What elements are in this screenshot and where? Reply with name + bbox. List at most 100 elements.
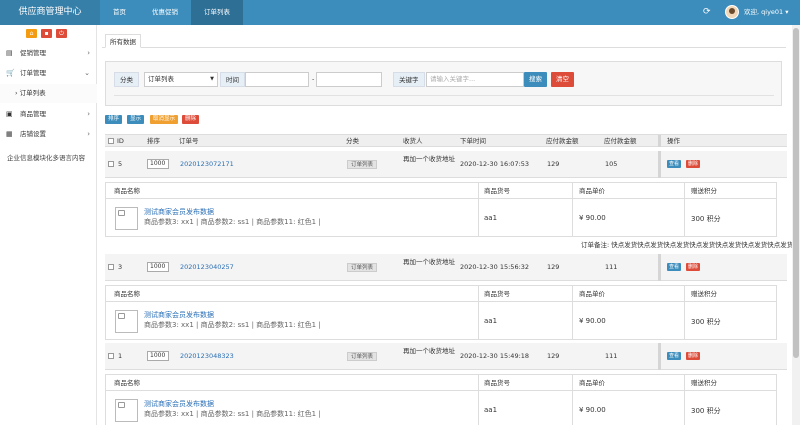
col-actions: 操作	[667, 137, 680, 145]
order-number-link[interactable]: 2020123040257	[180, 263, 234, 271]
payable-amount-2: 111	[605, 352, 618, 360]
nav-home[interactable]: 首页	[100, 0, 139, 25]
product-params: 商品参数3: xx1 | 商品参数2: ss1 | 商品参数11: 红色1 |	[144, 410, 321, 418]
keyword-label: 关键字	[393, 72, 425, 87]
row-delete-button[interactable]: 删除	[686, 263, 701, 271]
goods-col-name: 商品名称	[114, 379, 140, 387]
sort-input[interactable]: 1000	[147, 159, 169, 169]
row-checkbox[interactable]	[108, 264, 114, 270]
row-delete-button[interactable]: 删除	[686, 160, 701, 168]
nav-promotions[interactable]: 优惠促销	[139, 0, 191, 25]
app-title: 供应商管理中心	[0, 0, 100, 25]
goods-col-points: 赠送积分	[691, 187, 717, 195]
view-button[interactable]: 查看	[667, 160, 682, 168]
cart-icon: 🛒	[6, 69, 15, 77]
product-image[interactable]	[115, 399, 138, 422]
corp-info-link[interactable]: 企业信息模块化多语言内容	[7, 152, 85, 162]
order-number-link[interactable]: 2020123048323	[180, 352, 234, 360]
goods-col-name: 商品名称	[114, 290, 140, 298]
view-button[interactable]: 查看	[667, 352, 682, 360]
order-number-link[interactable]: 2020123072171	[180, 160, 234, 168]
page-scrollbar[interactable]	[792, 25, 800, 425]
scrollbar-thumb[interactable]	[793, 28, 799, 358]
order-note: 订单备注: 快点发货快点发货快点发货快点发货快点发货快点发货快点发货快点发货快点…	[581, 241, 792, 249]
select-all-checkbox[interactable]	[108, 138, 114, 144]
product-name-link[interactable]: 测试商家会员发布数据	[144, 207, 214, 217]
lock-icon[interactable]: ▪	[41, 29, 52, 38]
sidebar-item-shop-settings[interactable]: ▦ 店铺设置 ›	[0, 124, 97, 144]
product-image[interactable]	[115, 310, 138, 333]
category-tag: 订单列表	[347, 352, 378, 361]
category-select[interactable]: 订单列表 ▼	[144, 72, 218, 87]
goods-header: 商品名称 商品货号 商品单价 赠送积分	[106, 375, 776, 391]
end-date-input[interactable]	[316, 72, 382, 87]
nav-order-list[interactable]: 订单列表	[191, 0, 243, 25]
product-name-link[interactable]: 测试商家会员发布数据	[144, 399, 214, 409]
power-icon[interactable]: ⏻	[56, 29, 67, 38]
box-icon: ▣	[6, 110, 13, 118]
product-sku: aa1	[484, 406, 498, 414]
col-category: 分类	[346, 137, 359, 145]
col-payable-2: 应付款金额	[604, 137, 637, 145]
category-label: 分类	[114, 72, 139, 87]
clear-button[interactable]: 清空	[551, 72, 574, 87]
order-id: 5	[118, 160, 123, 168]
sort-input[interactable]: 1000	[147, 262, 169, 272]
hide-button[interactable]: 取消显示	[150, 115, 179, 124]
col-sort: 排序	[147, 137, 160, 145]
chevron-down-icon: ⌄	[84, 69, 90, 77]
show-button[interactable]: 显示	[127, 115, 145, 124]
table-header: ID 排序 订单号 分类 收货人 下单时间 应付款金额 应付款金额 操作	[105, 134, 787, 147]
chevron-right-icon: ›	[87, 130, 90, 138]
sidebar-subitem-order-list[interactable]: › 订单列表	[0, 84, 97, 103]
product-points: 300 积分	[691, 215, 721, 223]
home-icon[interactable]: ⌂	[26, 29, 37, 38]
tab-all-data[interactable]: 所有数据	[105, 34, 141, 48]
start-date-input[interactable]	[245, 72, 309, 87]
goods-col-sku: 商品货号	[484, 187, 510, 195]
goods-col-points: 赠送积分	[691, 290, 717, 298]
user-menu[interactable]: 欢迎, qiye01 ▾	[744, 0, 789, 25]
row-delete-button[interactable]: 删除	[686, 352, 701, 360]
order-row: 5 1000 2020123072171 订单列表 再加一个收货地址 2020-…	[105, 151, 787, 178]
delete-button[interactable]: 删除	[182, 115, 200, 124]
view-button[interactable]: 查看	[667, 263, 682, 271]
order-id: 3	[118, 263, 123, 271]
sidebar-item-products[interactable]: ▣ 商品管理 ›	[0, 104, 97, 124]
sidebar-item-orders[interactable]: 🛒 订单管理 ⌄	[0, 63, 97, 83]
sidebar-item-promotions[interactable]: ▤ 促销管理 ›	[0, 43, 97, 63]
order-row: 1 1000 2020123048323 订单列表 再加一个收货地址 2020-…	[105, 343, 787, 370]
product-params: 商品参数3: xx1 | 商品参数2: ss1 | 商品参数11: 红色1 |	[144, 321, 321, 329]
column-divider	[658, 135, 661, 147]
product-name-link[interactable]: 测试商家会员发布数据	[144, 310, 214, 320]
product-sku: aa1	[484, 214, 498, 222]
keyword-input[interactable]: 请输入关键字...	[426, 72, 524, 87]
search-button[interactable]: 搜索	[524, 72, 547, 87]
payable-amount: 129	[547, 160, 560, 168]
row-checkbox[interactable]	[108, 353, 114, 359]
category-tag: 订单列表	[347, 160, 378, 169]
receiver: 再加一个收货地址	[403, 155, 455, 163]
payable-amount-2: 111	[605, 263, 618, 271]
avatar[interactable]	[725, 5, 739, 19]
column-divider	[658, 151, 661, 178]
row-checkbox[interactable]	[108, 161, 114, 167]
refresh-icon[interactable]: ⟳	[703, 8, 711, 17]
filter-divider	[114, 95, 774, 96]
order-time: 2020-12-30 15:49:18	[460, 352, 530, 360]
chevron-right-icon: ›	[87, 49, 90, 57]
chevron-right-icon: ›	[87, 110, 90, 118]
time-label: 时间	[220, 72, 245, 87]
column-divider	[658, 343, 661, 370]
sort-button[interactable]: 排序	[105, 115, 123, 124]
sort-input[interactable]: 1000	[147, 351, 169, 361]
receiver: 再加一个收货地址	[403, 258, 455, 266]
product-price: ¥ 90.00	[579, 214, 606, 222]
goods-col-price: 商品单价	[579, 187, 605, 195]
order-time: 2020-12-30 16:07:53	[460, 160, 530, 168]
filter-panel: 分类 订单列表 ▼ 时间 - 关键字 请输入关键字... 搜索 清空	[105, 61, 782, 106]
goods-header: 商品名称 商品货号 商品单价 赠送积分	[106, 286, 776, 302]
product-image[interactable]	[115, 207, 138, 230]
goods-table: 商品名称 商品货号 商品单价 赠送积分 测试商家会员发布数据 商品参数3: xx…	[105, 374, 777, 425]
tab-divider	[102, 47, 786, 48]
